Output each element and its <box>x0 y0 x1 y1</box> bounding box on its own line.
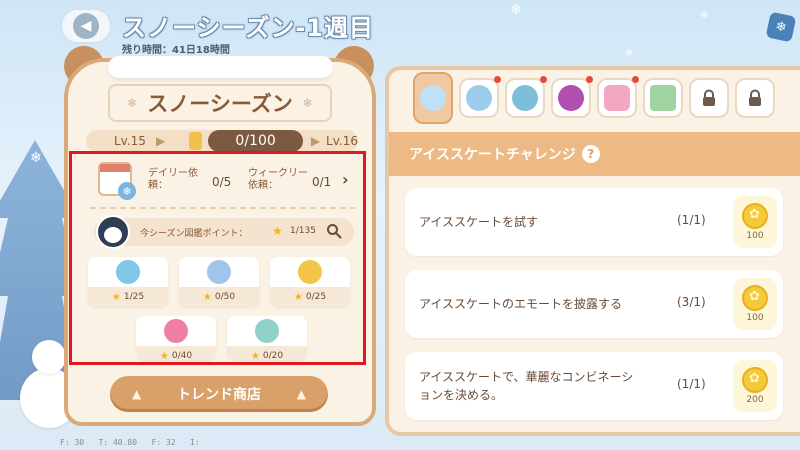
help-icon[interactable]: ? <box>581 145 600 163</box>
lock-icon <box>749 89 761 106</box>
tab-fishing[interactable] <box>505 76 547 118</box>
tab-ice-skate[interactable] <box>413 72 453 124</box>
challenge-title: アイススケートチャレンジ <box>409 147 576 163</box>
coin-icon <box>742 285 768 311</box>
level-row: Lv.15 ▶ 0/100 ▶ Lv.16 <box>86 130 358 152</box>
trend-shop-button[interactable]: ▲ トレンド商店 ▲ <box>110 376 328 412</box>
task-row: アイススケートで、華麗なコンビネーシ ョンを決める。 (1/1) 200 <box>405 352 783 420</box>
season-name: スノーシーズン <box>147 92 293 116</box>
arrow-icon: ▶ <box>310 134 321 148</box>
trend-shop-label: トレンド商店 <box>177 387 261 403</box>
task-name: アイススケートで、華麗なコンビネーシ ョンを決める。 <box>419 368 633 404</box>
challenge-header: アイススケートチャレンジ ? <box>389 132 800 176</box>
tab-snowman-card[interactable] <box>597 76 639 118</box>
level-current: Lv.15 <box>114 134 146 148</box>
task-row: アイススケートを試す (1/1) 100 <box>405 188 783 256</box>
snowflake-decoration: ❄ <box>625 48 634 59</box>
tab-locked-2[interactable] <box>735 78 775 118</box>
coin-icon <box>742 203 768 229</box>
remaining-time: 残り時間：41日18時間 <box>122 45 230 56</box>
highlight-box <box>69 151 366 365</box>
hot-pot-icon <box>466 85 492 111</box>
photo-frame-icon <box>650 85 676 111</box>
notification-dot <box>494 76 501 83</box>
arrow-icon: ▶ <box>155 134 166 148</box>
snowflake-icon: ❄ <box>302 96 313 110</box>
tree-icon: ▲ <box>132 387 142 401</box>
category-tabs <box>413 72 775 124</box>
back-button[interactable]: ◀ <box>60 8 112 44</box>
bottle-icon <box>189 132 203 150</box>
record-icon <box>558 85 584 111</box>
snowflake-decoration: ❄ <box>510 2 522 18</box>
task-count: (1/1) <box>677 377 706 391</box>
ice-skate-icon <box>420 85 446 111</box>
snowflake-decoration: ❄ <box>700 10 709 21</box>
fishing-icon <box>512 85 538 111</box>
reward-amount: 100 <box>746 231 764 241</box>
level-next: Lv.16 <box>326 134 358 148</box>
lock-icon <box>703 89 715 106</box>
tab-record[interactable] <box>551 76 593 118</box>
level-progress-text: 0/100 <box>235 133 276 149</box>
snow-cap-decoration <box>108 56 333 78</box>
tab-locked-1[interactable] <box>689 78 729 118</box>
chevron-left-icon: ◀ <box>73 13 99 39</box>
task-reward[interactable]: 100 <box>733 278 777 330</box>
page-title: スノーシーズン-1週目 <box>122 14 374 42</box>
task-row: アイススケートのエモートを披露する (3/1) 100 <box>405 270 783 338</box>
season-name-banner: ❄ スノーシーズン ❄ <box>108 84 332 122</box>
challenge-panel: アイススケートチャレンジ ? アイススケートを試す (1/1) 100 アイスス… <box>385 66 800 436</box>
reward-amount: 100 <box>746 313 764 323</box>
task-name: アイススケートを試す <box>419 215 539 229</box>
level-progress-bar: 0/100 <box>208 130 303 152</box>
snowflake-decoration: ❄ <box>30 150 42 166</box>
snowman-card-icon <box>604 85 630 111</box>
tab-photo-frame[interactable] <box>643 78 683 118</box>
tree-icon: ▲ <box>296 387 306 401</box>
menu-icon[interactable]: ❄ <box>765 11 797 43</box>
task-reward[interactable]: 100 <box>733 196 777 248</box>
task-name-line: ョンを決める。 <box>419 388 504 402</box>
coin-icon <box>742 367 768 393</box>
tab-hot-pot[interactable] <box>459 76 501 118</box>
debug-overlay: F: 30 T: 40.80 F: 32 I: <box>60 438 200 447</box>
task-reward[interactable]: 200 <box>733 360 777 412</box>
notification-dot <box>540 76 547 83</box>
task-count: (1/1) <box>677 213 706 227</box>
reward-amount: 200 <box>746 395 764 405</box>
task-count: (3/1) <box>677 295 706 309</box>
notification-dot <box>586 76 593 83</box>
task-name: アイススケートのエモートを披露する <box>419 297 623 311</box>
task-name-line: アイススケートで、華麗なコンビネーシ <box>419 370 634 384</box>
notification-dot <box>632 76 639 83</box>
snowflake-icon: ❄ <box>127 96 138 110</box>
